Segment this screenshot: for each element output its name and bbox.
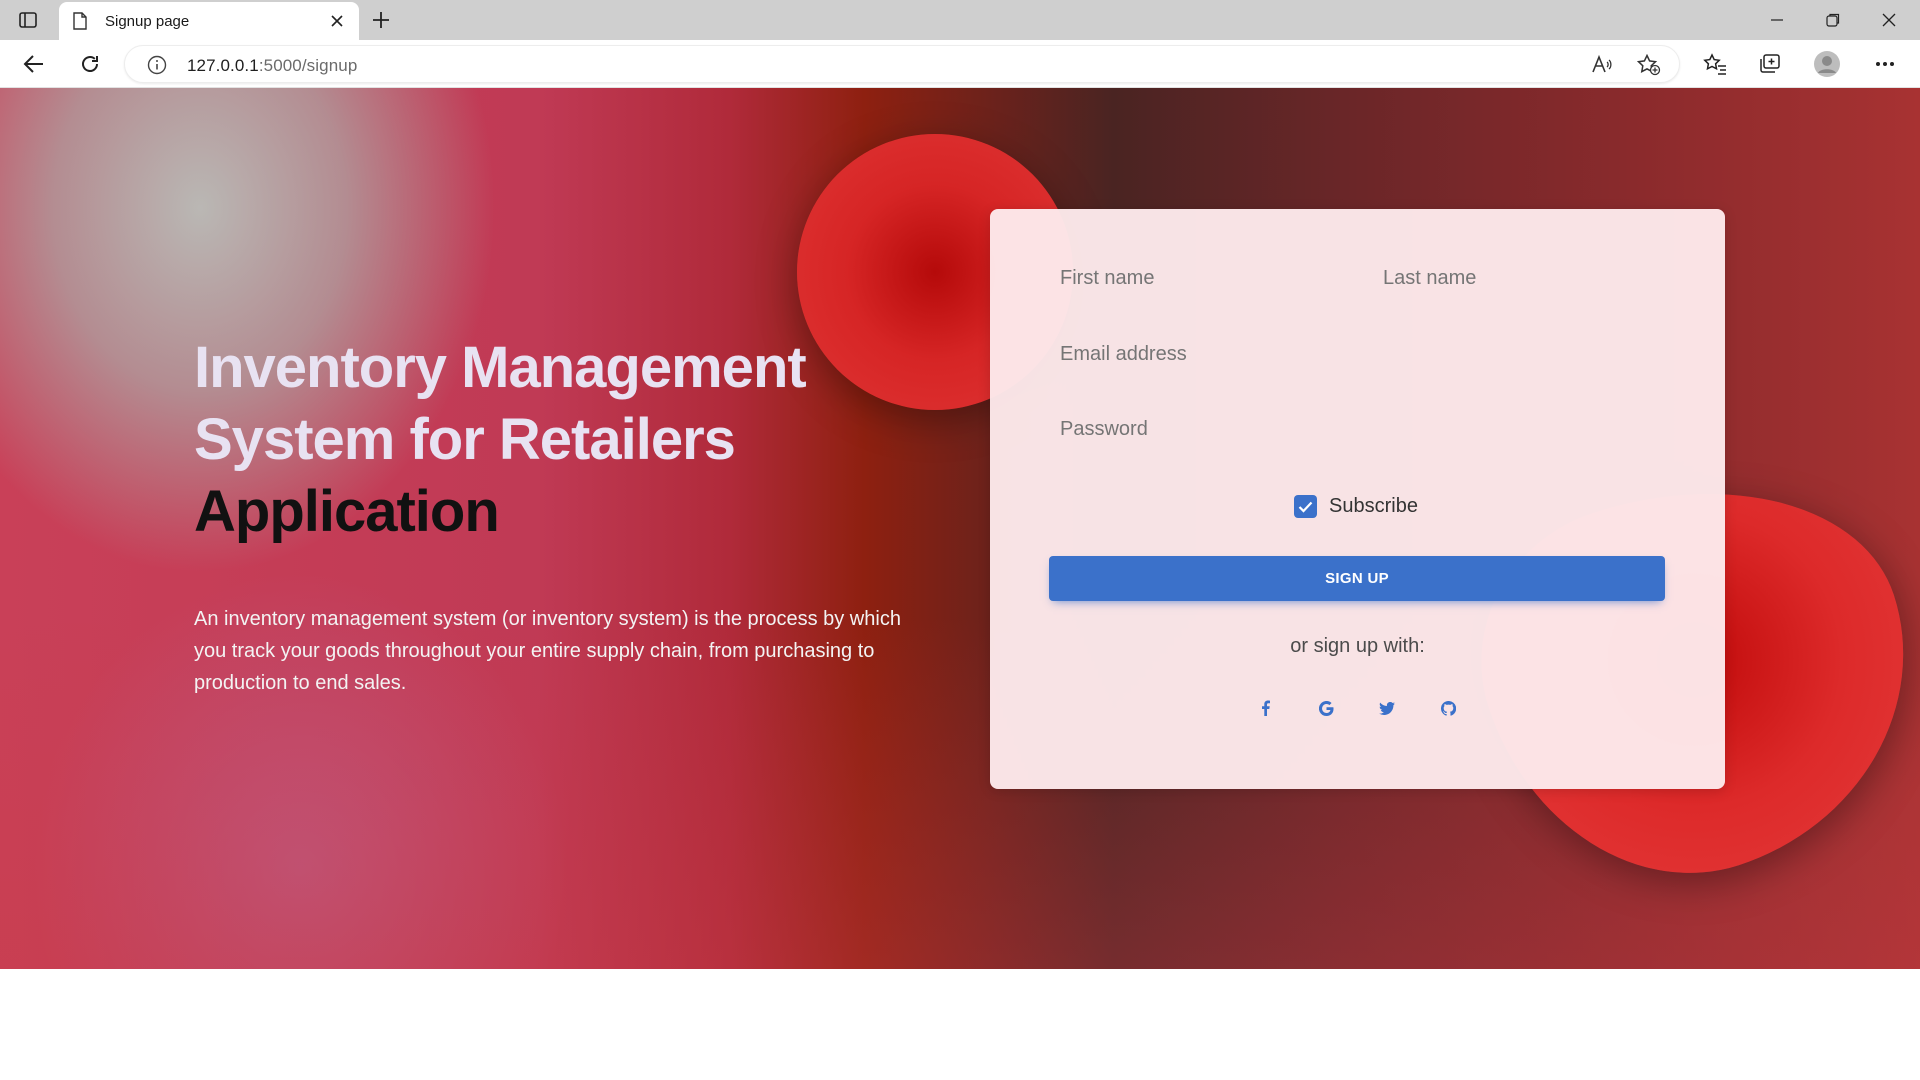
twitter-icon[interactable] xyxy=(1372,693,1402,723)
headline-line-3: Application xyxy=(194,479,500,544)
add-favorite-icon[interactable] xyxy=(1636,53,1661,76)
subscribe-label[interactable]: Subscribe xyxy=(1329,495,1418,518)
url-path: :5000/signup xyxy=(258,56,358,75)
google-icon[interactable] xyxy=(1311,693,1341,723)
refresh-icon[interactable] xyxy=(76,50,104,78)
hero-section: Inventory Management System for Retailer… xyxy=(0,88,1920,969)
signup-card: Subscribe SIGN UP or sign up with: xyxy=(990,209,1725,789)
restore-icon[interactable] xyxy=(1805,0,1861,40)
last-name-input[interactable] xyxy=(1383,253,1683,303)
check-icon xyxy=(1298,501,1313,513)
browser-toolbar: 127.0.0.1:5000/signup xyxy=(0,40,1920,88)
favorites-icon[interactable] xyxy=(1701,50,1729,78)
browser-tab[interactable]: Signup page xyxy=(59,2,359,40)
headline-line-2: System for Retailers xyxy=(194,407,736,472)
url-text[interactable]: 127.0.0.1:5000/signup xyxy=(187,56,357,76)
read-aloud-icon[interactable] xyxy=(1591,54,1613,76)
sign-up-button[interactable]: SIGN UP xyxy=(1049,556,1665,601)
minimize-icon[interactable] xyxy=(1749,0,1805,40)
browser-tab-strip: Signup page xyxy=(0,0,1920,40)
more-icon[interactable] xyxy=(1871,50,1899,78)
headline-line-1: Inventory Management xyxy=(194,335,807,400)
page-icon xyxy=(73,12,89,30)
info-icon[interactable] xyxy=(147,55,167,75)
password-input[interactable] xyxy=(1060,404,1670,454)
tab-title: Signup page xyxy=(105,13,190,30)
tab-actions-icon[interactable] xyxy=(16,8,40,32)
github-icon[interactable] xyxy=(1433,693,1463,723)
address-bar[interactable]: 127.0.0.1:5000/signup xyxy=(124,45,1680,83)
close-icon[interactable] xyxy=(327,11,347,31)
subscribe-checkbox[interactable] xyxy=(1294,495,1317,518)
email-input[interactable] xyxy=(1060,329,1670,379)
subscribe-option[interactable]: Subscribe xyxy=(1294,495,1418,518)
facebook-icon[interactable] xyxy=(1250,693,1280,723)
plus-icon[interactable] xyxy=(369,8,393,32)
page-footer-area xyxy=(0,969,1920,1080)
collections-icon[interactable] xyxy=(1756,50,1784,78)
url-host: 127.0.0.1 xyxy=(187,56,259,75)
first-name-input[interactable] xyxy=(1060,253,1360,303)
back-icon[interactable] xyxy=(20,50,48,78)
alt-signup-text: or sign up with: xyxy=(1290,635,1425,657)
window-close-icon[interactable] xyxy=(1861,0,1917,40)
hero-description: An inventory management system (or inven… xyxy=(194,608,901,694)
profile-icon[interactable] xyxy=(1813,50,1841,78)
page-headline: Inventory Management System for Retailer… xyxy=(194,332,874,548)
